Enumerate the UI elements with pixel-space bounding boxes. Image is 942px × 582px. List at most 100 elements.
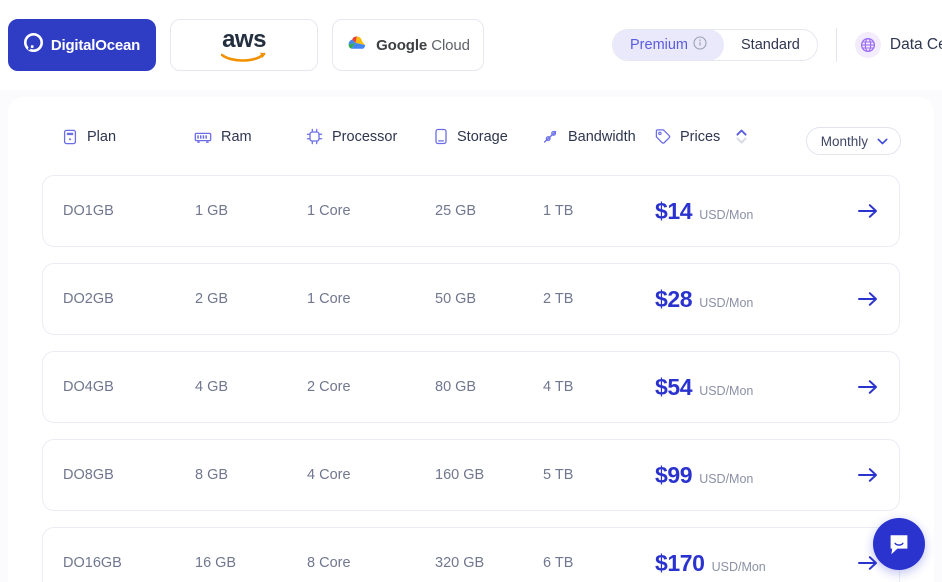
table-row[interactable]: DO2GB 2 GB 1 Core 50 GB 2 TB $28 USD/Mon [42, 263, 900, 335]
cell-bandwidth: 5 TB [543, 467, 574, 483]
cpu-icon [306, 128, 323, 145]
google-word: Google [376, 36, 428, 54]
chat-launcher-button[interactable] [873, 518, 925, 570]
arrow-right-icon [858, 380, 877, 394]
cell-plan: DO16GB [63, 555, 122, 571]
chat-bubble-icon [890, 535, 908, 555]
cell-storage: 50 GB [435, 291, 477, 307]
cell-processor: 2 Core [307, 379, 351, 395]
price-amount: $170 [655, 549, 705, 576]
price-unit: USD/Mon [699, 471, 754, 486]
provider-tab-digitalocean[interactable]: DigitalOcean [8, 19, 156, 71]
price-unit: USD/Mon [699, 295, 754, 310]
column-header-plan-label: Plan [87, 128, 117, 145]
row-select-button[interactable] [851, 378, 879, 396]
server-icon [63, 129, 77, 144]
cell-processor: 8 Core [307, 555, 351, 571]
cell-ram: 4 GB [195, 379, 229, 395]
aws-logo-icon: aws [221, 25, 267, 63]
cell-price: $28 USD/Mon [655, 286, 851, 313]
cell-processor: 1 Core [307, 203, 351, 219]
cell-storage: 25 GB [435, 203, 477, 219]
provider-tab-aws-label: aws [222, 25, 266, 53]
column-header-ram-label: Ram [221, 128, 252, 145]
arrow-right-icon [858, 468, 877, 482]
provider-tab-google-cloud[interactable]: Google Cloud [332, 19, 484, 71]
column-header-ram[interactable]: Ram [194, 129, 306, 145]
column-header-storage[interactable]: Storage [434, 128, 542, 145]
digitalocean-logo-icon [23, 33, 43, 57]
info-icon[interactable] [693, 36, 707, 54]
cloud-word: Cloud [431, 36, 470, 54]
cell-ram: 2 GB [195, 291, 229, 307]
cell-bandwidth: 6 TB [543, 555, 574, 571]
table-header-row: Plan Ram Processor Storage Bandwidth Pri… [62, 128, 782, 145]
cell-price: $99 USD/Mon [655, 462, 851, 489]
cell-price: $14 USD/Mon [655, 198, 851, 225]
table-row[interactable]: DO16GB 16 GB 8 Core 320 GB 6 TB $170 USD… [42, 527, 900, 582]
cell-storage: 160 GB [435, 467, 485, 483]
topbar-right-controls: Premium Standard Data Ce [612, 0, 942, 90]
price-unit: USD/Mon [699, 383, 754, 398]
provider-tab-group: DigitalOcean aws Google Cloud [0, 19, 484, 71]
top-bar: DigitalOcean aws Google Cloud Premium St… [0, 0, 942, 90]
cell-bandwidth: 4 TB [543, 379, 574, 395]
cell-ram: 16 GB [195, 555, 237, 571]
cell-storage: 80 GB [435, 379, 477, 395]
provider-tab-aws[interactable]: aws [170, 19, 318, 71]
google-cloud-logo-icon [346, 34, 368, 57]
cell-price: $54 USD/Mon [655, 374, 851, 401]
cell-bandwidth: 1 TB [543, 203, 574, 219]
column-header-plan[interactable]: Plan [62, 129, 194, 145]
table-row[interactable]: DO4GB 4 GB 2 Core 80 GB 4 TB $54 USD/Mon [42, 351, 900, 423]
cell-processor: 4 Core [307, 467, 351, 483]
tier-toggle: Premium Standard [612, 29, 818, 61]
row-select-button[interactable] [851, 290, 879, 308]
pricing-panel: Plan Ram Processor Storage Bandwidth Pri… [8, 97, 934, 582]
provider-tab-google-cloud-label: Google Cloud [376, 37, 470, 54]
data-center-label: Data Ce [889, 36, 942, 53]
arrow-right-icon [858, 292, 877, 306]
price-sort-control[interactable] [736, 129, 747, 144]
tier-option-standard[interactable]: Standard [724, 30, 817, 60]
cell-price: $170 USD/Mon [655, 550, 851, 577]
column-header-bandwidth[interactable]: Bandwidth [542, 129, 654, 145]
memory-icon [194, 132, 212, 143]
cell-ram: 8 GB [195, 467, 229, 483]
cell-plan: DO1GB [63, 203, 114, 219]
arrow-right-icon [858, 204, 877, 218]
table-row[interactable]: DO8GB 8 GB 4 Core 160 GB 5 TB $99 USD/Mo… [42, 439, 900, 511]
column-header-prices-label: Prices [680, 128, 721, 145]
sort-ascending-icon[interactable] [736, 129, 747, 136]
column-header-processor[interactable]: Processor [306, 128, 434, 145]
tag-icon [655, 129, 671, 144]
data-center-selector[interactable]: Data Ce [854, 32, 942, 58]
tier-option-premium-label: Premium [630, 37, 689, 53]
chart-line-icon [543, 130, 557, 143]
price-amount: $54 [655, 373, 693, 400]
column-header-processor-label: Processor [332, 128, 398, 145]
provider-tab-digitalocean-label: DigitalOcean [50, 36, 141, 54]
price-amount: $14 [655, 197, 693, 224]
table-row[interactable]: DO1GB 1 GB 1 Core 25 GB 1 TB $14 USD/Mon [42, 175, 900, 247]
topbar-divider [835, 28, 837, 62]
row-select-button[interactable] [851, 202, 879, 220]
cell-processor: 1 Core [307, 291, 351, 307]
price-amount: $28 [655, 285, 693, 312]
row-select-button[interactable] [851, 554, 879, 572]
globe-icon [854, 32, 881, 58]
column-header-bandwidth-label: Bandwidth [568, 128, 636, 145]
billing-period-label: Monthly [820, 133, 868, 149]
tier-option-standard-label: Standard [741, 37, 800, 53]
billing-period-select[interactable]: Monthly [805, 127, 901, 155]
cell-bandwidth: 2 TB [543, 291, 574, 307]
cell-plan: DO8GB [63, 467, 114, 483]
column-header-storage-label: Storage [457, 128, 508, 145]
tier-option-premium[interactable]: Premium [613, 30, 725, 60]
cell-ram: 1 GB [195, 203, 229, 219]
device-icon [435, 128, 447, 145]
cell-plan: DO2GB [63, 291, 114, 307]
row-select-button[interactable] [851, 466, 879, 484]
chevron-down-icon [877, 138, 888, 144]
sort-descending-icon[interactable] [736, 137, 747, 144]
